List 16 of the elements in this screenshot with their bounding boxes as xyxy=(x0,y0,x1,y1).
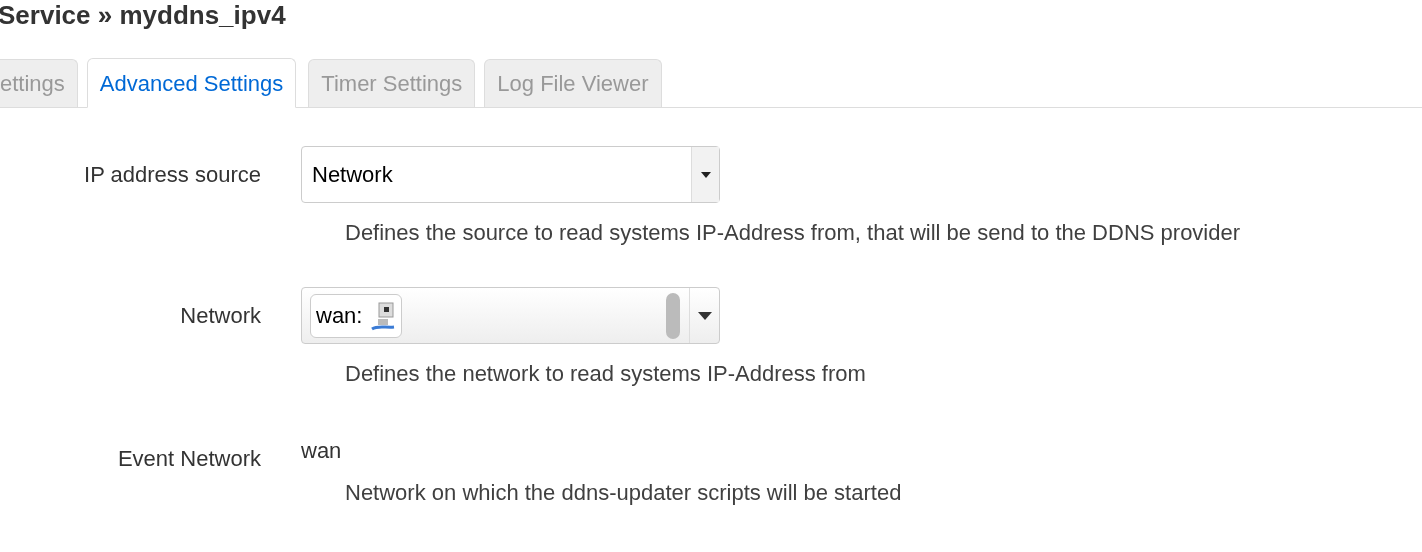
field-label: Event Network xyxy=(117,445,261,473)
dropdown-value: Network xyxy=(311,161,394,189)
tab[interactable]: Advanced Settings xyxy=(86,58,297,108)
help-text: Defines the network to read systems IP-Address from xyxy=(345,361,866,386)
scrollbar-thumb[interactable] xyxy=(666,292,680,339)
network-chip[interactable]: wan: xyxy=(310,293,403,338)
help-text: Network on which the ddns-updater scripts will be started xyxy=(345,480,902,505)
field-label: IP address source xyxy=(84,161,261,189)
caret-icon xyxy=(700,171,711,178)
field-value: wan xyxy=(301,438,342,463)
field-label: Network xyxy=(180,302,261,330)
caret-icon xyxy=(697,311,712,320)
network-port-icon xyxy=(370,300,397,331)
help-text: Defines the source to read systems IP-Address from, that will be send to the DDNS provider xyxy=(345,220,1241,245)
dropdown[interactable]: Network xyxy=(301,146,720,203)
dropdown[interactable]: wan: xyxy=(301,287,720,344)
